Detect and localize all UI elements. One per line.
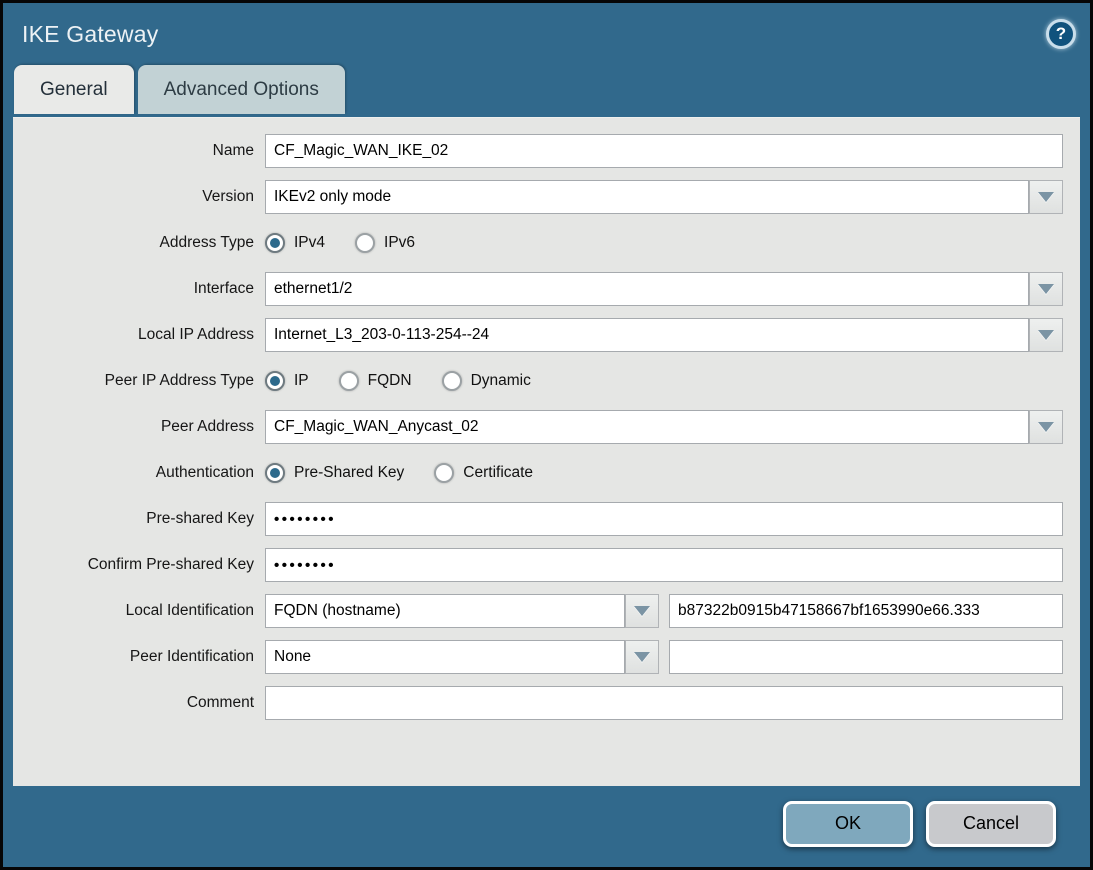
peer-identification-label: Peer Identification [13, 648, 265, 666]
peer-identification-value-input[interactable] [669, 640, 1063, 674]
peer-ip-type-ip-label: IP [294, 372, 309, 390]
peer-address-label: Peer Address [13, 418, 265, 436]
peer-ip-address-type-row: Peer IP Address Type IP FQDN Dynamic [13, 364, 1080, 398]
authentication-row: Authentication Pre-Shared Key Certificat… [13, 456, 1080, 490]
version-input[interactable] [265, 180, 1029, 214]
name-input[interactable] [265, 134, 1063, 168]
address-type-ipv4-label: IPv4 [294, 234, 325, 252]
confirm-pre-shared-key-input[interactable] [265, 548, 1063, 582]
local-ip-address-dropdown-button[interactable] [1029, 318, 1063, 352]
authentication-psk-label: Pre-Shared Key [294, 464, 404, 482]
dialog-title: IKE Gateway [22, 21, 158, 48]
address-type-option-ipv6[interactable]: IPv6 [355, 233, 415, 253]
name-row: Name [13, 134, 1080, 168]
tab-advanced-options-label: Advanced Options [164, 79, 319, 101]
radio-unselected-icon [339, 371, 359, 391]
tab-general[interactable]: General [14, 65, 134, 114]
confirm-pre-shared-key-label: Confirm Pre-shared Key [13, 556, 265, 574]
peer-identification-dropdown-button[interactable] [625, 640, 659, 674]
titlebar: IKE Gateway ? [3, 3, 1090, 65]
confirm-pre-shared-key-row: Confirm Pre-shared Key [13, 548, 1080, 582]
peer-address-dropdown-button[interactable] [1029, 410, 1063, 444]
chevron-down-icon [1038, 192, 1054, 202]
local-identification-type-select[interactable] [265, 594, 625, 628]
chevron-down-icon [634, 606, 650, 616]
tab-bar: General Advanced Options [3, 65, 1090, 114]
pre-shared-key-label: Pre-shared Key [13, 510, 265, 528]
radio-unselected-icon [442, 371, 462, 391]
interface-dropdown-button[interactable] [1029, 272, 1063, 306]
radio-selected-icon [265, 233, 285, 253]
local-ip-address-row: Local IP Address [13, 318, 1080, 352]
chevron-down-icon [1038, 422, 1054, 432]
peer-address-input[interactable] [265, 410, 1029, 444]
local-identification-row: Local Identification [13, 594, 1080, 628]
tab-advanced-options[interactable]: Advanced Options [138, 65, 345, 114]
address-type-label: Address Type [13, 234, 265, 252]
comment-label: Comment [13, 694, 265, 712]
tab-general-label: General [40, 79, 108, 101]
radio-unselected-icon [434, 463, 454, 483]
authentication-option-pre-shared-key[interactable]: Pre-Shared Key [265, 463, 404, 483]
footer-bar: OK Cancel [3, 780, 1090, 867]
local-ip-address-label: Local IP Address [13, 326, 265, 344]
peer-ip-type-dynamic-label: Dynamic [471, 372, 531, 390]
interface-label: Interface [13, 280, 265, 298]
pre-shared-key-row: Pre-shared Key [13, 502, 1080, 536]
version-label: Version [13, 188, 265, 206]
help-icon[interactable]: ? [1046, 19, 1076, 49]
version-dropdown-button[interactable] [1029, 180, 1063, 214]
name-label: Name [13, 142, 265, 160]
cancel-button[interactable]: Cancel [926, 801, 1056, 847]
interface-input[interactable] [265, 272, 1029, 306]
peer-ip-type-option-dynamic[interactable]: Dynamic [442, 371, 531, 391]
radio-unselected-icon [355, 233, 375, 253]
chevron-down-icon [1038, 284, 1054, 294]
authentication-certificate-label: Certificate [463, 464, 533, 482]
peer-address-row: Peer Address [13, 410, 1080, 444]
interface-row: Interface [13, 272, 1080, 306]
peer-identification-row: Peer Identification [13, 640, 1080, 674]
peer-ip-address-type-label: Peer IP Address Type [13, 372, 265, 390]
peer-ip-type-option-ip[interactable]: IP [265, 371, 309, 391]
address-type-ipv6-label: IPv6 [384, 234, 415, 252]
peer-identification-type-select[interactable] [265, 640, 625, 674]
address-type-row: Address Type IPv4 IPv6 [13, 226, 1080, 260]
comment-row: Comment [13, 686, 1080, 720]
local-ip-address-input[interactable] [265, 318, 1029, 352]
comment-input[interactable] [265, 686, 1063, 720]
authentication-label: Authentication [13, 464, 265, 482]
pre-shared-key-input[interactable] [265, 502, 1063, 536]
local-identification-dropdown-button[interactable] [625, 594, 659, 628]
local-identification-value-input[interactable] [669, 594, 1063, 628]
ike-gateway-dialog: IKE Gateway ? General Advanced Options N… [0, 0, 1093, 870]
chevron-down-icon [1038, 330, 1054, 340]
ok-button[interactable]: OK [783, 801, 913, 847]
chevron-down-icon [634, 652, 650, 662]
peer-ip-type-fqdn-label: FQDN [368, 372, 412, 390]
general-tab-panel: Name Version Address Type IPv4 [13, 117, 1080, 786]
radio-selected-icon [265, 371, 285, 391]
address-type-option-ipv4[interactable]: IPv4 [265, 233, 325, 253]
version-row: Version [13, 180, 1080, 214]
authentication-option-certificate[interactable]: Certificate [434, 463, 533, 483]
local-identification-label: Local Identification [13, 602, 265, 620]
peer-ip-type-option-fqdn[interactable]: FQDN [339, 371, 412, 391]
radio-selected-icon [265, 463, 285, 483]
